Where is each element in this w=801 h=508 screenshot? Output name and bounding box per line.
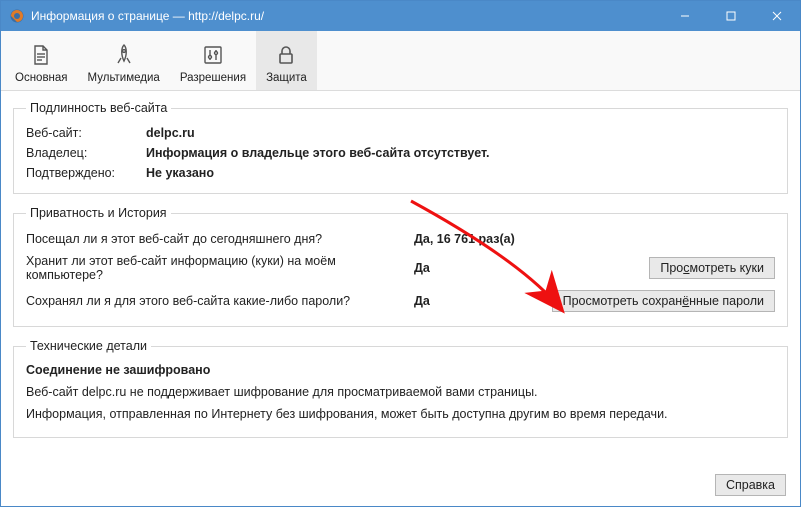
tab-media[interactable]: Мультимедиа: [78, 31, 170, 90]
privacy-group: Приватность и История Посещал ли я этот …: [13, 206, 788, 327]
visited-question: Посещал ли я этот веб-сайт до сегодняшне…: [26, 232, 406, 246]
tab-permissions[interactable]: Разрешения: [170, 31, 256, 90]
identity-legend: Подлинность веб-сайта: [26, 101, 171, 115]
technical-line2: Информация, отправленная по Интернету бе…: [26, 405, 775, 427]
minimize-button[interactable]: [662, 1, 708, 31]
rocket-icon: [114, 42, 134, 68]
tab-label: Основная: [15, 72, 68, 84]
passwords-answer: Да: [414, 294, 534, 308]
verified-value: Не указано: [146, 166, 214, 180]
technical-heading: Соединение не зашифровано: [26, 361, 775, 383]
identity-website-row: Веб-сайт: delpc.ru: [26, 123, 775, 143]
owner-label: Владелец:: [26, 146, 146, 160]
window-title: Информация о странице — http://delpc.ru/: [31, 9, 662, 23]
verified-label: Подтверждено:: [26, 166, 146, 180]
passwords-question: Сохранял ли я для этого веб-сайта какие-…: [26, 294, 406, 308]
tab-label: Защита: [266, 72, 307, 84]
cookies-question: Хранит ли этот веб-сайт информацию (куки…: [26, 254, 406, 282]
owner-value: Информация о владельце этого веб-сайта о…: [146, 146, 490, 160]
technical-line1: Веб-сайт delpc.ru не поддерживает шифров…: [26, 383, 775, 405]
tab-security[interactable]: Защита: [256, 31, 317, 90]
identity-verified-row: Подтверждено: Не указано: [26, 163, 775, 183]
footer: Справка: [1, 468, 800, 506]
titlebar: Информация о странице — http://delpc.ru/: [1, 1, 800, 31]
window-controls: [662, 1, 800, 31]
maximize-button[interactable]: [708, 1, 754, 31]
tab-general[interactable]: Основная: [5, 31, 78, 90]
tab-bar: Основная Мультимедиа Разрешения Защита: [1, 31, 800, 91]
visited-answer: Да, 16 761 раз(а): [414, 232, 534, 246]
visited-row: Посещал ли я этот веб-сайт до сегодняшне…: [26, 228, 775, 250]
view-saved-passwords-button[interactable]: Просмотреть сохранённые пароли: [552, 290, 775, 312]
passwords-row: Сохранял ли я для этого веб-сайта какие-…: [26, 286, 775, 316]
technical-legend: Технические детали: [26, 339, 151, 353]
firefox-favicon: [9, 8, 25, 24]
document-icon: [31, 42, 51, 68]
technical-group: Технические детали Соединение не зашифро…: [13, 339, 788, 438]
content-area: Подлинность веб-сайта Веб-сайт: delpc.ru…: [1, 91, 800, 468]
tab-label: Мультимедиа: [88, 72, 160, 84]
view-cookies-button[interactable]: Просмотреть куки: [649, 257, 775, 279]
cookies-answer: Да: [414, 261, 534, 275]
cookies-row: Хранит ли этот веб-сайт информацию (куки…: [26, 250, 775, 286]
page-info-window: Информация о странице — http://delpc.ru/…: [0, 0, 801, 507]
close-button[interactable]: [754, 1, 800, 31]
website-value: delpc.ru: [146, 126, 195, 140]
identity-group: Подлинность веб-сайта Веб-сайт: delpc.ru…: [13, 101, 788, 194]
lock-icon: [276, 42, 296, 68]
identity-owner-row: Владелец: Информация о владельце этого в…: [26, 143, 775, 163]
website-label: Веб-сайт:: [26, 126, 146, 140]
privacy-legend: Приватность и История: [26, 206, 171, 220]
help-button[interactable]: Справка: [715, 474, 786, 496]
sliders-icon: [202, 42, 224, 68]
tab-label: Разрешения: [180, 72, 246, 84]
